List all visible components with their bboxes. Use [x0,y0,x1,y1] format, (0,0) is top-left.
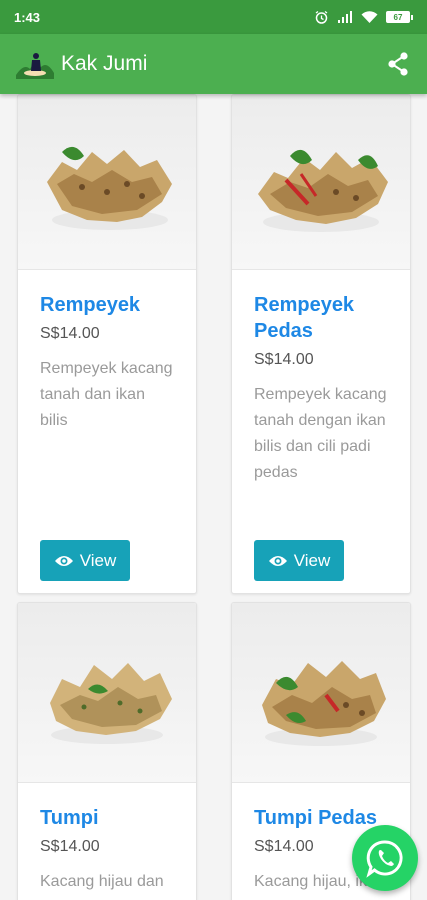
product-image [18,603,196,783]
rempeyek-pedas-image [258,149,388,232]
product-name[interactable]: Rempeyek [40,292,174,318]
view-label: View [79,550,117,570]
share-button[interactable] [383,49,413,79]
product-description: Rempeyek kacang tanah dengan ikan bilis … [254,386,387,481]
signal-icon [338,10,352,23]
eye-icon [268,555,287,566]
product-description: Kacang hijau dan [40,873,164,890]
product-name[interactable]: Tumpi [40,805,174,831]
view-button[interactable]: View [254,540,344,581]
product-card[interactable]: Tumpi S$14.00 Kacang hijau dan [17,602,197,900]
product-name[interactable]: Rempeyek Pedas [254,292,388,344]
product-price: S$14.00 [254,351,314,368]
battery-level: 67 [386,11,410,23]
status-time: 1:43 [14,9,41,25]
status-icons: 67 [314,10,413,25]
app-logo [16,53,54,79]
whatsapp-chat-button[interactable] [352,825,418,891]
eye-icon [54,555,73,566]
product-price: S$14.00 [40,325,100,342]
product-card[interactable]: Rempeyek S$14.00 Rempeyek kacang tanah d… [17,94,197,594]
product-name[interactable]: Tumpi Pedas [254,805,388,831]
product-price: S$14.00 [40,838,100,855]
product-description: Rempeyek kacang tanah dan ikan bilis [40,360,173,429]
product-image [232,603,410,783]
product-image [232,95,410,270]
app-title: Kak Jumi [61,52,148,75]
product-card[interactable]: Rempeyek Pedas S$14.00 Rempeyek kacang t… [231,94,411,594]
status-bar: 1:43 67 [0,0,427,34]
tumpi-pedas-image [262,660,386,746]
view-button[interactable]: View [40,540,130,581]
alarm-icon [315,10,328,24]
wifi-icon [361,10,378,23]
tumpi-image [50,662,172,744]
share-icon [388,52,408,76]
product-grid: Rempeyek S$14.00 Rempeyek kacang tanah d… [0,94,427,900]
rempeyek-image [47,146,172,230]
app-bar: Kak Jumi [0,34,427,94]
product-image [18,95,196,270]
view-label: View [293,550,331,570]
whatsapp-icon [366,840,403,878]
battery-indicator: 67 [386,11,413,23]
